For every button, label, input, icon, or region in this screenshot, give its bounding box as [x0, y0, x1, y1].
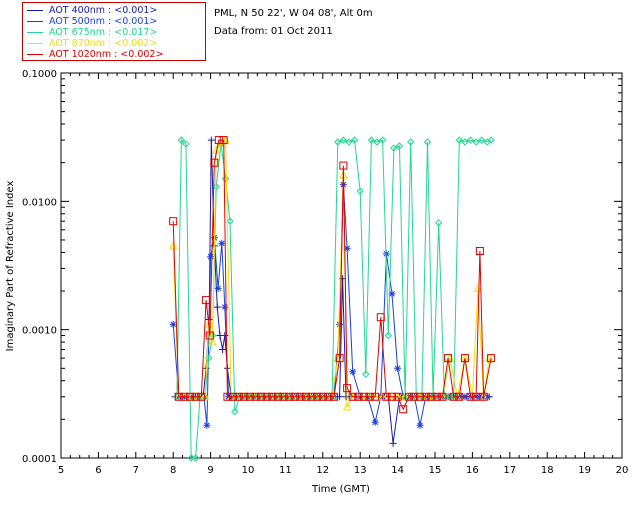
data-point: [213, 303, 221, 311]
x-tick-label: 9: [207, 465, 213, 476]
x-tick-label: 17: [503, 465, 516, 476]
data-point: [349, 368, 357, 376]
x-tick-label: 11: [279, 465, 292, 476]
x-tick-label: 12: [316, 465, 329, 476]
data-point: [219, 346, 227, 354]
x-tick-label: 7: [133, 465, 139, 476]
data-point: [336, 320, 344, 328]
x-tick-label: 6: [95, 465, 101, 476]
x-tick-label: 5: [58, 465, 64, 476]
series-line-3: [172, 139, 490, 409]
y-tick-label: 0.1000: [22, 69, 57, 80]
y-tick-label: 0.0010: [22, 326, 57, 337]
data-point: [394, 364, 402, 372]
chart: 5 6 7 8 9 10 11 12 13 14 15 16 17 18 19 20 0.0001 0.0010 0…: [5, 69, 629, 495]
x-tick-label: 14: [391, 465, 404, 476]
data-point: [214, 284, 222, 292]
data-point: [221, 332, 229, 340]
data-point: [416, 421, 424, 429]
x-tick-label: 20: [616, 465, 629, 476]
x-tick-label: 10: [242, 465, 255, 476]
x-tick-label: 19: [578, 465, 591, 476]
x-tick-label: 8: [170, 465, 176, 476]
data-point: [207, 253, 215, 261]
x-tick-label: 18: [541, 465, 554, 476]
data-point: [207, 136, 215, 144]
data-point: [371, 418, 379, 426]
x-tick-label: 15: [429, 465, 442, 476]
data-point: [203, 421, 211, 429]
y-axis-label: Imaginary Part of Refractive Index: [5, 181, 16, 352]
x-axis-label: Time (GMT): [311, 484, 370, 495]
y-tick-label: 0.0001: [22, 454, 57, 465]
data-point: [221, 303, 229, 311]
data-point: [389, 439, 397, 447]
data-point: [218, 239, 226, 247]
x-tick-label: 13: [354, 465, 367, 476]
y-tick-label: 0.0100: [22, 197, 57, 208]
x-tick-label: 16: [466, 465, 479, 476]
